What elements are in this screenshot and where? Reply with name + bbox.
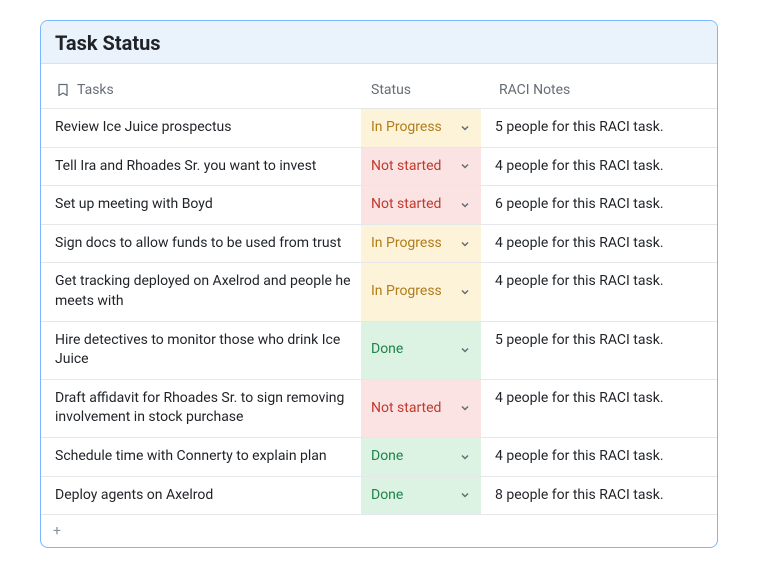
status-cell[interactable]: Done: [361, 477, 481, 515]
status-label: Done: [371, 486, 403, 506]
status-label: Not started: [371, 157, 441, 177]
chevron-down-icon[interactable]: [459, 451, 471, 463]
status-cell[interactable]: Done: [361, 322, 481, 379]
table-row[interactable]: Hire detectives to monitor those who dri…: [41, 321, 717, 379]
status-cell[interactable]: Done: [361, 438, 481, 476]
status-label: Not started: [371, 195, 441, 215]
status-label: In Progress: [371, 282, 442, 302]
task-cell[interactable]: Tell Ira and Rhoades Sr. you want to inv…: [41, 148, 361, 186]
status-label: Done: [371, 340, 403, 360]
task-cell[interactable]: Get tracking deployed on Axelrod and peo…: [41, 263, 361, 320]
task-cell[interactable]: Deploy agents on Axelrod: [41, 477, 361, 515]
card-title: Task Status: [55, 31, 703, 55]
status-cell[interactable]: Not started: [361, 148, 481, 186]
chevron-down-icon[interactable]: [459, 199, 471, 211]
table-row[interactable]: Deploy agents on Axelrod Done 8 people for…: [41, 476, 717, 515]
status-cell[interactable]: In Progress: [361, 109, 481, 147]
status-label: In Progress: [371, 118, 442, 138]
table-row[interactable]: Review Ice Juice prospectus In Progress 5 …: [41, 108, 717, 147]
chevron-down-icon[interactable]: [459, 402, 471, 414]
notes-cell[interactable]: 5 people for this RACI task.: [481, 322, 717, 379]
task-cell[interactable]: Set up meeting with Boyd: [41, 186, 361, 224]
card-header: Task Status: [41, 21, 717, 64]
notes-cell[interactable]: 4 people for this RACI task.: [481, 438, 717, 476]
task-cell[interactable]: Sign docs to allow funds to be used from…: [41, 225, 361, 263]
column-header-notes: RACI Notes: [491, 82, 707, 98]
task-status-card: Task Status Tasks Status RACI Notes Revi…: [40, 20, 718, 548]
status-label: Not started: [371, 399, 441, 419]
table-row[interactable]: Set up meeting with Boyd Not started 6 peo…: [41, 185, 717, 224]
table-row[interactable]: Get tracking deployed on Axelrod and peo…: [41, 262, 717, 320]
status-cell[interactable]: Not started: [361, 186, 481, 224]
notes-cell[interactable]: 4 people for this RACI task.: [481, 225, 717, 263]
notes-cell[interactable]: 4 people for this RACI task.: [481, 380, 717, 437]
chevron-down-icon[interactable]: [459, 286, 471, 298]
column-header-tasks: Tasks: [51, 82, 371, 98]
notes-cell[interactable]: 5 people for this RACI task.: [481, 109, 717, 147]
chevron-down-icon[interactable]: [459, 489, 471, 501]
notes-cell[interactable]: 4 people for this RACI task.: [481, 148, 717, 186]
chevron-down-icon[interactable]: [459, 238, 471, 250]
notes-cell[interactable]: 6 people for this RACI task.: [481, 186, 717, 224]
status-cell[interactable]: In Progress: [361, 263, 481, 320]
task-cell[interactable]: Review Ice Juice prospectus: [41, 109, 361, 147]
notes-cell[interactable]: 4 people for this RACI task.: [481, 263, 717, 320]
add-row-button[interactable]: +: [41, 514, 717, 547]
task-cell[interactable]: Hire detectives to monitor those who dri…: [41, 322, 361, 379]
chevron-down-icon[interactable]: [459, 160, 471, 172]
chevron-down-icon[interactable]: [459, 344, 471, 356]
table-row[interactable]: Tell Ira and Rhoades Sr. you want to inv…: [41, 147, 717, 186]
table-row[interactable]: Sign docs to allow funds to be used from…: [41, 224, 717, 263]
table-row[interactable]: Schedule time with Connerty to explain p…: [41, 437, 717, 476]
plus-icon: +: [53, 523, 61, 539]
status-cell[interactable]: Not started: [361, 380, 481, 437]
notes-cell[interactable]: 8 people for this RACI task.: [481, 477, 717, 515]
column-header-tasks-label: Tasks: [77, 82, 114, 98]
table-header-row: Tasks Status RACI Notes: [41, 64, 717, 108]
status-cell[interactable]: In Progress: [361, 225, 481, 263]
chevron-down-icon[interactable]: [459, 122, 471, 134]
table-row[interactable]: Draft affidavit for Rhoades Sr. to sign …: [41, 379, 717, 437]
column-header-status: Status: [371, 82, 491, 98]
task-cell[interactable]: Schedule time with Connerty to explain p…: [41, 438, 361, 476]
task-cell[interactable]: Draft affidavit for Rhoades Sr. to sign …: [41, 380, 361, 437]
bookmark-icon: [55, 82, 71, 98]
status-label: Done: [371, 447, 403, 467]
status-label: In Progress: [371, 234, 442, 254]
